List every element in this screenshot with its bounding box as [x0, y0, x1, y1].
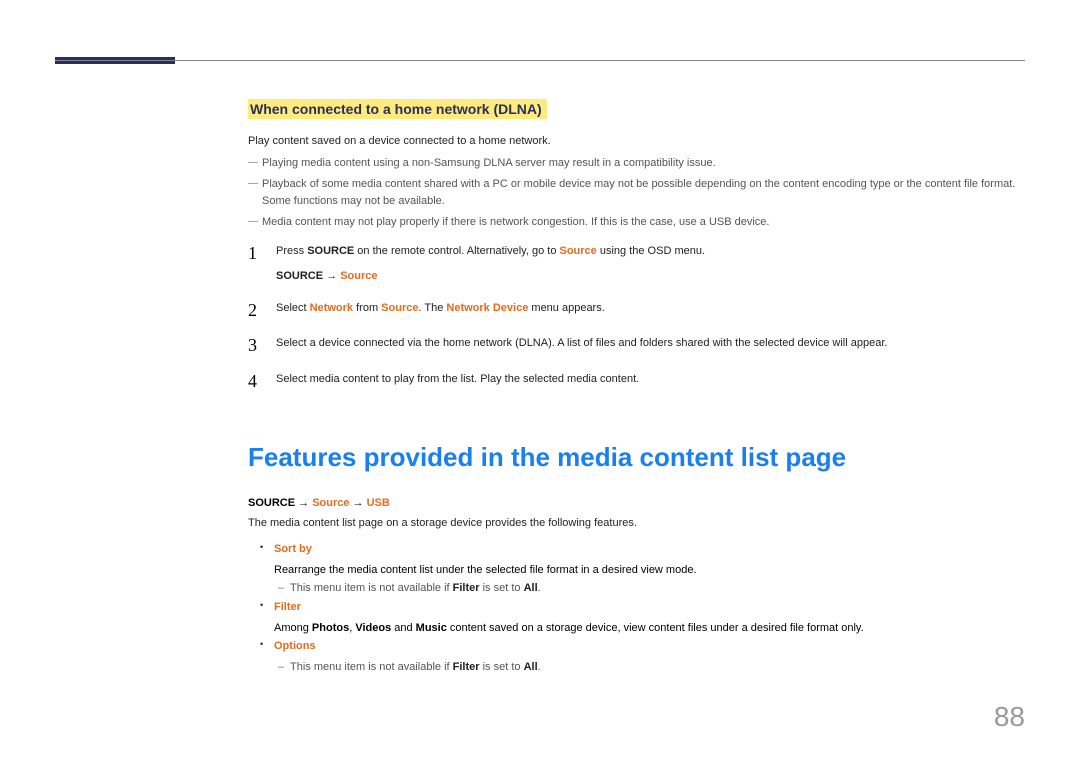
network-label: Network	[310, 302, 353, 314]
page-number: 88	[994, 701, 1025, 733]
step-3: 3 Select a device connected via the home…	[248, 335, 1025, 357]
page-content: When connected to a home network (DLNA) …	[248, 99, 1025, 677]
path-usb: USB	[367, 497, 390, 509]
text: content saved on a storage device, view …	[447, 622, 864, 634]
filter-title: Filter	[274, 601, 301, 613]
text: and	[391, 622, 415, 634]
sortby-desc: Rearrange the media content list under t…	[248, 561, 1025, 580]
note-line: Playing media content using a non-Samsun…	[248, 155, 1025, 172]
step-body: Press SOURCE on the remote control. Alte…	[276, 243, 1025, 286]
arrow-icon: →	[323, 270, 340, 282]
options-note: This menu item is not available if Filte…	[248, 658, 1025, 677]
text: is set to	[480, 582, 524, 594]
text: on the remote control. Alternatively, go…	[354, 245, 559, 257]
text: is set to	[480, 661, 524, 673]
nav-path: SOURCE → Source → USB	[248, 497, 1025, 509]
main-heading: Features provided in the media content l…	[248, 442, 1025, 473]
intro-text: Play content saved on a device connected…	[248, 133, 1025, 150]
nav-path: SOURCE → Source	[276, 268, 1025, 286]
path-source-menu: Source	[312, 497, 349, 509]
text: This menu item is not available if	[290, 661, 453, 673]
step-body: Select media content to play from the li…	[276, 371, 1025, 393]
section-heading: When connected to a home network (DLNA)	[248, 99, 547, 119]
filter-label: Filter	[453, 661, 480, 673]
arrow-icon: →	[349, 497, 366, 509]
note-line: Playback of some media content shared wi…	[248, 176, 1025, 209]
text: menu appears.	[528, 302, 604, 314]
steps-list: 1 Press SOURCE on the remote control. Al…	[248, 243, 1025, 393]
music-label: Music	[416, 622, 447, 634]
path-source: SOURCE	[248, 497, 295, 509]
network-device-label: Network Device	[446, 302, 528, 314]
note-line: Media content may not play properly if t…	[248, 214, 1025, 231]
photos-label: Photos	[312, 622, 349, 634]
text: Select	[276, 302, 310, 314]
step-number: 4	[248, 371, 276, 393]
source-menu: Source	[560, 245, 597, 257]
step-number: 2	[248, 300, 276, 322]
path-source: SOURCE	[276, 270, 323, 282]
filter-label: Filter	[453, 582, 480, 594]
step-body: Select a device connected via the home n…	[276, 335, 1025, 357]
step-4: 4 Select media content to play from the …	[248, 371, 1025, 393]
text: . The	[418, 302, 446, 314]
step-number: 3	[248, 335, 276, 357]
header-rule	[55, 60, 1025, 61]
sortby-note: This menu item is not available if Filte…	[248, 579, 1025, 598]
step-2: 2 Select Network from Source. The Networ…	[248, 300, 1025, 322]
sortby-title: Sort by	[274, 543, 312, 555]
step-number: 1	[248, 243, 276, 286]
text: using the OSD menu.	[597, 245, 705, 257]
text: .	[538, 582, 541, 594]
source-label: SOURCE	[307, 245, 354, 257]
text: Press	[276, 245, 307, 257]
text: .	[538, 661, 541, 673]
text: from	[353, 302, 381, 314]
step-1: 1 Press SOURCE on the remote control. Al…	[248, 243, 1025, 286]
features-intro: The media content list page on a storage…	[248, 515, 1025, 532]
filter-desc: Among Photos, Videos and Music content s…	[248, 619, 1025, 638]
feature-sortby: Sort by	[248, 540, 1025, 559]
step-body: Select Network from Source. The Network …	[276, 300, 1025, 322]
source-label: Source	[381, 302, 418, 314]
feature-options: Options	[248, 637, 1025, 656]
features-list: Sort by Rearrange the media content list…	[248, 540, 1025, 677]
videos-label: Videos	[355, 622, 391, 634]
path-source-menu: Source	[340, 270, 377, 282]
text: This menu item is not available if	[290, 582, 453, 594]
all-label: All	[524, 582, 538, 594]
arrow-icon: →	[295, 497, 312, 509]
all-label: All	[524, 661, 538, 673]
text: Among	[274, 622, 312, 634]
options-title: Options	[274, 640, 316, 652]
feature-filter: Filter	[248, 598, 1025, 617]
